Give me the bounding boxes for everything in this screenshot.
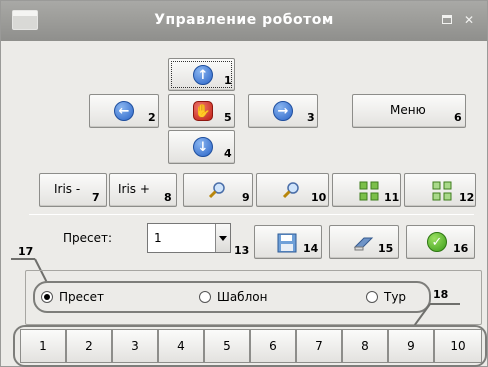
mode-radio-preset-label: Пресет: [59, 290, 104, 304]
mode-radio-tour-label: Тур: [384, 290, 407, 304]
number-button-9[interactable]: 9: [388, 329, 434, 363]
titlebar[interactable]: Управление роботом ✕: [1, 1, 487, 41]
number-button-3[interactable]: 3: [112, 329, 158, 363]
mode-radio-preset[interactable]: Пресет: [41, 290, 104, 304]
number-buttons: 1 2 3 4 5 6 7 8 9 10: [20, 329, 482, 363]
focus-far-button[interactable]: 12: [404, 173, 476, 207]
radio-unselected-icon: [199, 291, 211, 303]
iris-minus-button[interactable]: Iris - 7: [39, 173, 107, 207]
arrow-up-icon: ↑: [193, 65, 213, 85]
erase-preset-number: 15: [378, 242, 394, 255]
maximize-icon: [442, 15, 452, 24]
left-button[interactable]: ← 2: [89, 94, 159, 128]
iris-minus-label: Iris -: [54, 182, 81, 196]
left-button-number: 2: [148, 111, 156, 124]
zoom-in-button[interactable]: 9: [183, 173, 253, 207]
right-button[interactable]: → 3: [248, 94, 318, 128]
number-button-5[interactable]: 5: [204, 329, 250, 363]
mode-radio-template[interactable]: Шаблон: [199, 290, 267, 304]
zoom-out-number: 10: [311, 191, 327, 204]
window-title: Управление роботом: [154, 12, 334, 28]
preset-combobox-number: 13: [234, 244, 250, 257]
separator: [29, 214, 474, 215]
go-to-preset-number: 16: [453, 242, 469, 255]
magnifier-icon: [282, 182, 299, 199]
up-button-number: 1: [224, 74, 232, 87]
preset-value: 1: [154, 231, 162, 245]
preset-combobox[interactable]: 1: [147, 223, 231, 253]
number-button-2[interactable]: 2: [66, 329, 112, 363]
mode-radio-template-label: Шаблон: [217, 290, 268, 304]
focus-far-number: 12: [459, 191, 475, 204]
go-to-preset-button[interactable]: ✓ 16: [406, 225, 475, 259]
stop-hand-icon: ✋: [193, 101, 213, 121]
annotation-17-line: [11, 258, 35, 260]
zoom-out-button[interactable]: 10: [256, 173, 329, 207]
erase-preset-button[interactable]: 15: [329, 225, 399, 259]
arrow-down-icon: ↓: [193, 137, 213, 157]
chevron-down-icon[interactable]: [215, 224, 230, 252]
annotation-18: 18: [433, 288, 449, 301]
number-button-6[interactable]: 6: [250, 329, 296, 363]
robot-control-window: Управление роботом ✕ ↑ 1 ← 2 ✋ 5 → 3 ↓ 4…: [0, 0, 488, 367]
focus-grid-icon: [359, 181, 379, 201]
focus-grid-icon: [432, 181, 452, 201]
number-button-4[interactable]: 4: [158, 329, 204, 363]
down-button-number: 4: [224, 147, 232, 160]
close-button[interactable]: ✕: [462, 13, 476, 27]
menu-button-number: 6: [454, 111, 462, 124]
check-icon: ✓: [427, 232, 447, 252]
iris-plus-number: 8: [164, 191, 172, 204]
arrow-right-icon: →: [273, 101, 293, 121]
maximize-button[interactable]: [440, 13, 454, 27]
focus-near-number: 11: [384, 191, 400, 204]
iris-plus-label: Iris +: [118, 182, 150, 196]
magnifier-icon: [208, 182, 225, 199]
focus-near-button[interactable]: 11: [332, 173, 401, 207]
iris-plus-button[interactable]: Iris + 8: [109, 173, 177, 207]
stop-button[interactable]: ✋ 5: [168, 94, 235, 128]
annotation-17: 17: [18, 245, 34, 258]
arrow-left-icon: ←: [114, 101, 134, 121]
number-button-8[interactable]: 8: [342, 329, 388, 363]
save-preset-number: 14: [303, 242, 319, 255]
right-button-number: 3: [307, 111, 315, 124]
stop-button-number: 5: [224, 111, 232, 124]
menu-button-label: Меню: [390, 103, 426, 117]
radio-selected-icon: [41, 291, 53, 303]
radio-unselected-icon: [366, 291, 378, 303]
annotation-18-line: [430, 303, 460, 305]
iris-minus-number: 7: [92, 191, 100, 204]
down-button[interactable]: ↓ 4: [168, 130, 235, 164]
zoom-in-number: 9: [242, 191, 250, 204]
save-preset-button[interactable]: 14: [254, 225, 322, 259]
eraser-icon: [353, 237, 374, 251]
menu-button[interactable]: Меню 6: [352, 94, 466, 128]
floppy-disk-icon: [277, 233, 297, 253]
number-button-1[interactable]: 1: [20, 329, 66, 363]
up-button[interactable]: ↑ 1: [168, 58, 235, 91]
number-button-7[interactable]: 7: [296, 329, 342, 363]
number-button-10[interactable]: 10: [434, 329, 482, 363]
preset-label: Пресет:: [63, 231, 113, 245]
mode-radio-tour[interactable]: Тур: [366, 290, 406, 304]
